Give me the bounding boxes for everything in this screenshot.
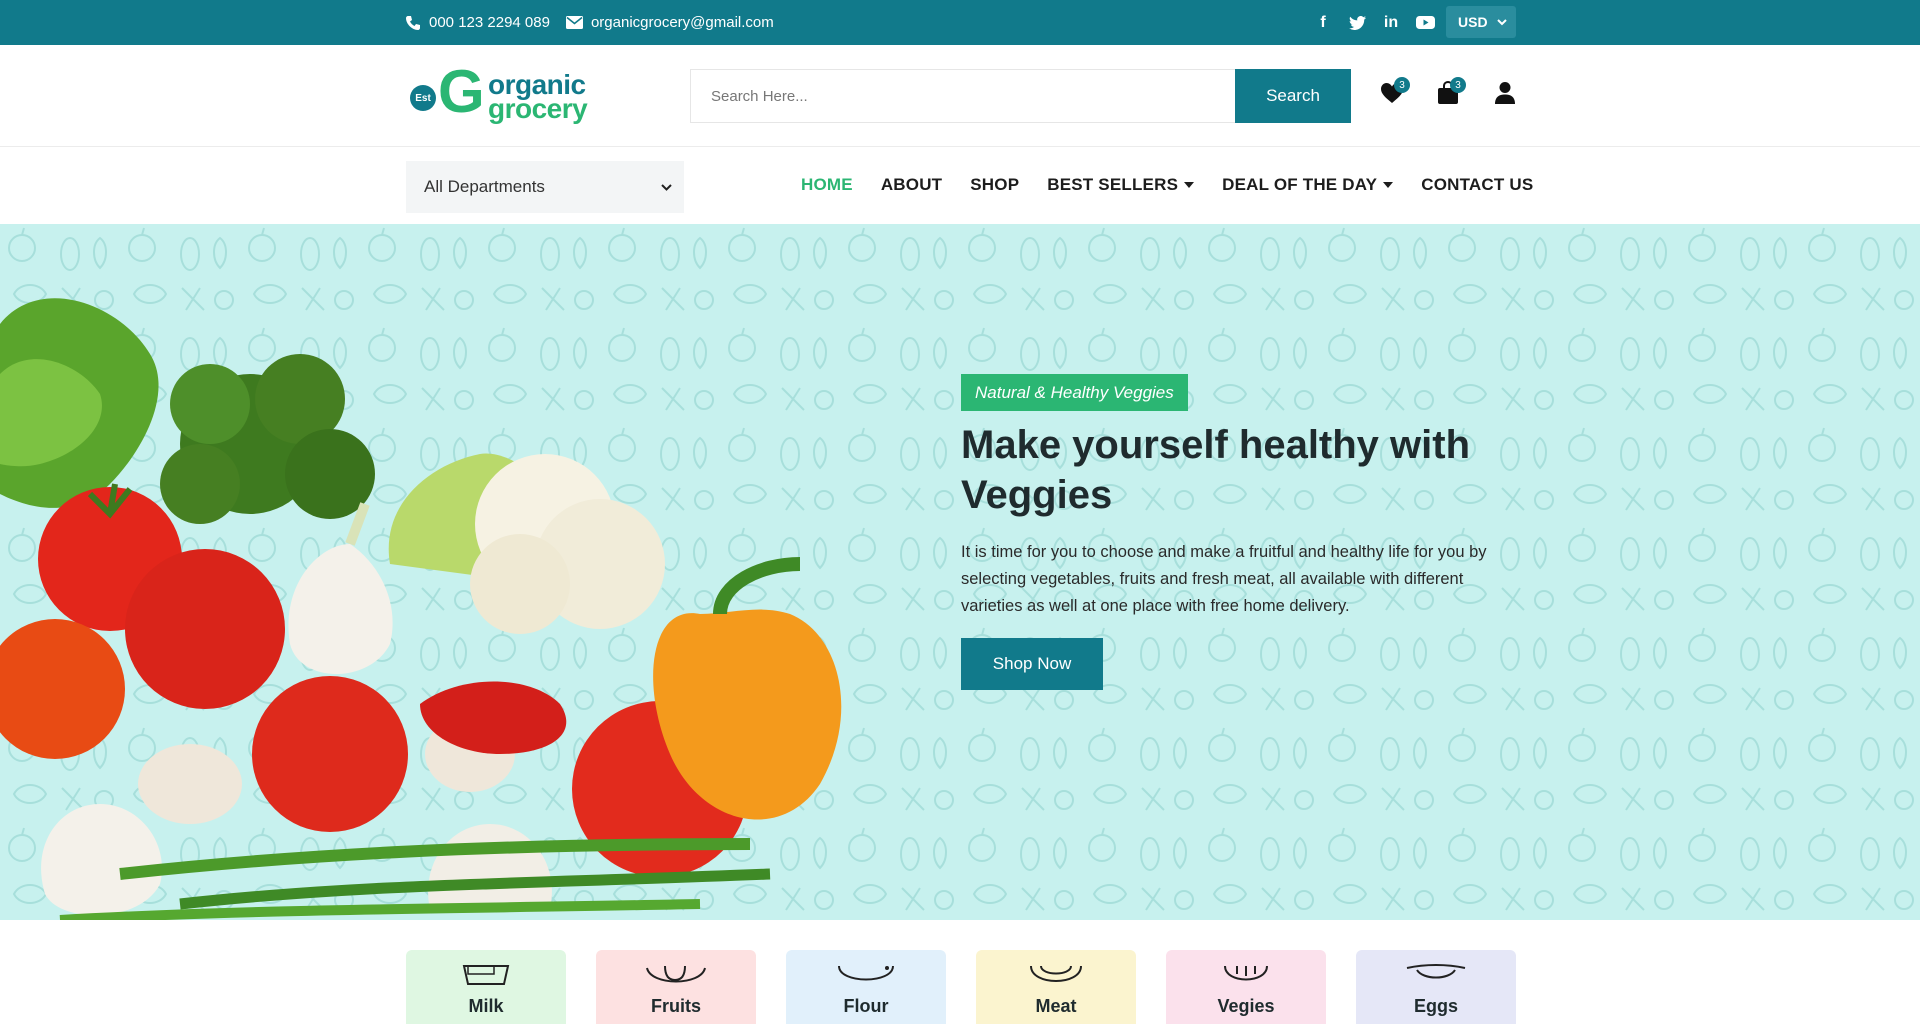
category-card-fruits[interactable]: Fruits — [596, 950, 756, 1024]
category-card-meat[interactable]: Meat — [976, 950, 1136, 1024]
nav-label: BEST SELLERS — [1047, 175, 1179, 194]
email-address: organicgrocery@gmail.com — [590, 14, 774, 31]
category-label: Flour — [843, 996, 889, 1016]
twitter-icon[interactable] — [1340, 0, 1374, 45]
phone-number: 000 123 2294 089 — [429, 14, 550, 31]
wishlist-count: 3 — [1394, 77, 1410, 93]
contact-info: 000 123 2294 089 organicgrocery@gmail.co… — [405, 0, 790, 45]
nav-item-best-sellers[interactable]: BEST SELLERS — [1047, 175, 1195, 195]
caret-down-icon — [1383, 182, 1394, 188]
hero-banner: Natural & Healthy Veggies Make yourself … — [0, 224, 1920, 920]
phone-contact[interactable]: 000 123 2294 089 — [405, 14, 550, 31]
departments-select[interactable]: All Departments — [406, 161, 684, 213]
category-label: Vegies — [1217, 996, 1275, 1016]
chevron-down-icon — [1497, 18, 1507, 25]
account-button[interactable] — [1487, 75, 1523, 111]
category-cards: Milk Fruits Flour Meat Vegies Eggs — [406, 950, 1516, 1024]
nav-label: DEAL OF THE DAY — [1222, 175, 1378, 194]
currency-select[interactable]: USD — [1446, 6, 1516, 38]
social-links: f in — [1306, 0, 1442, 45]
category-label: Milk — [468, 996, 504, 1016]
category-card-eggs[interactable]: Eggs — [1356, 950, 1516, 1024]
cart-button[interactable]: 3 — [1430, 75, 1466, 111]
caret-down-icon — [1184, 182, 1195, 188]
category-label: Meat — [1035, 996, 1077, 1016]
nav-item-about[interactable]: ABOUT — [881, 175, 942, 195]
wishlist-button[interactable]: 3 — [1374, 75, 1410, 111]
nav-menu: HOME ABOUT SHOP BEST SELLERS DEAL OF THE… — [801, 161, 1533, 209]
phone-icon — [406, 15, 420, 30]
nav-item-home[interactable]: HOME — [801, 175, 853, 195]
vegetables-image — [0, 298, 842, 920]
logo-badge: Est — [410, 85, 436, 111]
chevron-down-icon — [661, 183, 672, 191]
category-label: Fruits — [650, 996, 701, 1016]
nav-item-shop[interactable]: SHOP — [970, 175, 1019, 195]
category-label: Eggs — [1413, 996, 1458, 1016]
nav-label: HOME — [801, 175, 853, 194]
milk-icon — [462, 965, 510, 985]
hero-title: Make yourself healthy with Veggies — [961, 423, 1471, 517]
nav-label: SHOP — [970, 175, 1020, 194]
departments-label: All Departments — [424, 177, 545, 196]
eggs-icon — [1406, 964, 1466, 979]
vegies-icon — [1224, 965, 1268, 981]
category-card-milk[interactable]: Milk — [406, 950, 566, 1024]
category-card-vegies[interactable]: Vegies — [1166, 950, 1326, 1024]
shop-now-button[interactable]: Shop Now — [961, 638, 1103, 690]
category-card-flour[interactable]: Flour — [786, 950, 946, 1024]
envelope-icon — [565, 16, 583, 29]
user-icon — [1495, 82, 1515, 104]
logo-letter: G — [438, 58, 485, 125]
logo-word-grocery: grocery — [488, 93, 588, 124]
nav-item-deal-of-the-day[interactable]: DEAL OF THE DAY — [1222, 175, 1394, 195]
search-input[interactable] — [690, 69, 1235, 123]
flour-icon — [838, 965, 894, 981]
cart-count: 3 — [1450, 77, 1466, 93]
nav-item-contact-us[interactable]: CONTACT US — [1421, 175, 1533, 195]
linkedin-icon[interactable]: in — [1374, 0, 1408, 45]
youtube-icon[interactable] — [1408, 0, 1442, 45]
hero-tag: Natural & Healthy Veggies — [961, 374, 1188, 411]
search-bar: Search — [690, 69, 1351, 123]
site-header: Est G organic grocery Search 3 3 — [0, 45, 1920, 147]
email-contact[interactable]: organicgrocery@gmail.com — [565, 14, 774, 31]
currency-label: USD — [1458, 14, 1488, 30]
facebook-icon[interactable]: f — [1306, 0, 1340, 45]
hero-description: It is time for you to choose and make a … — [961, 543, 1487, 615]
top-bar: 000 123 2294 089 organicgrocery@gmail.co… — [0, 0, 1920, 45]
logo[interactable]: Est G organic grocery — [408, 61, 598, 124]
nav-label: CONTACT US — [1421, 175, 1534, 194]
main-nav: All Departments HOME ABOUT SHOP BEST SEL… — [0, 147, 1920, 224]
search-button[interactable]: Search — [1235, 69, 1351, 123]
nav-label: ABOUT — [880, 175, 943, 194]
meat-icon — [1030, 965, 1082, 982]
fruits-icon — [646, 965, 706, 983]
